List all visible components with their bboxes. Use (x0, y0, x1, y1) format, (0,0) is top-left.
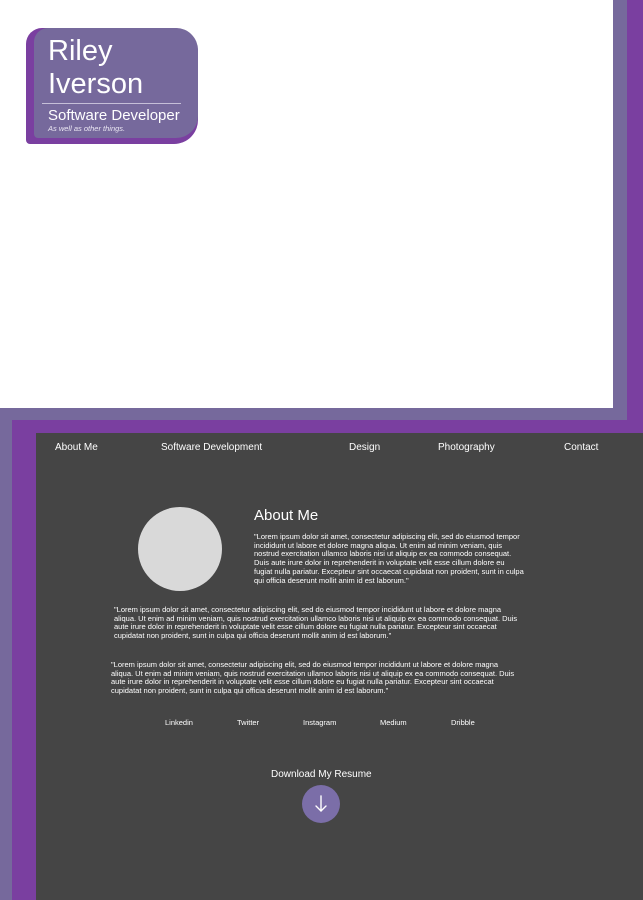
frame-stripe-right-light (613, 0, 627, 408)
social-link-dribble[interactable]: Dribble (451, 718, 475, 728)
social-link-instagram[interactable]: Instagram (303, 718, 336, 728)
download-resume-label: Download My Resume (271, 769, 372, 780)
arrow-down-icon (315, 795, 327, 812)
social-link-twitter[interactable]: Twitter (237, 718, 259, 728)
frame-stripe-left-light (0, 408, 12, 900)
nav-about-me[interactable]: About Me (55, 442, 98, 454)
about-paragraph: "Lorem ipsum dolor sit amet, consectetur… (111, 660, 515, 696)
about-heading: About Me (254, 507, 319, 524)
social-link-medium[interactable]: Medium (380, 718, 407, 728)
role-title: Software Developer (48, 107, 180, 124)
about-paragraph: "Lorem ipsum dolor sit amet, consectetur… (114, 605, 518, 641)
tagline: As well as other things. (48, 124, 126, 133)
about-paragraph: "Lorem ipsum dolor sit amet, consectetur… (254, 532, 524, 585)
title-card-divider (42, 103, 181, 104)
nav-photography[interactable]: Photography (438, 442, 495, 454)
nav-design[interactable]: Design (349, 442, 380, 454)
first-name: Riley (48, 35, 113, 67)
avatar (138, 507, 222, 591)
social-link-linkedin[interactable]: Linkedin (165, 718, 193, 728)
last-name: Iverson (48, 68, 144, 100)
frame-stripe-middle-light (0, 408, 627, 420)
download-resume-button[interactable] (302, 785, 340, 823)
frame-stripe-right-dark (627, 0, 643, 420)
nav-contact[interactable]: Contact (564, 442, 598, 454)
frame-stripe-left-dark (12, 420, 36, 900)
frame-stripe-middle-dark (12, 420, 643, 433)
nav-software-development[interactable]: Software Development (161, 442, 262, 454)
